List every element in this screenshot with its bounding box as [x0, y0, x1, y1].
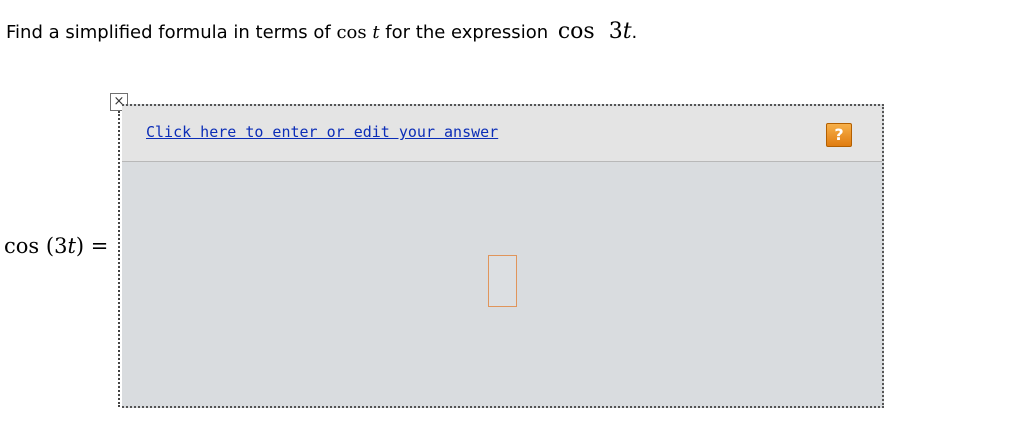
math-var: t: [372, 22, 380, 43]
math-cos-t: cos t: [336, 22, 379, 43]
question-prefix: Find a simplified formula in terms of: [6, 22, 337, 43]
math-cos-3t: cos 3t: [558, 19, 632, 44]
help-icon[interactable]: ?: [826, 123, 852, 147]
question-text: Find a simplified formula in terms of co…: [6, 20, 637, 45]
lhs-var: t: [67, 234, 76, 258]
lhs-close: ): [75, 234, 85, 258]
question-period: .: [631, 22, 638, 43]
equation-lhs: cos (3t) =: [4, 232, 108, 260]
editor-left-dotted-border: [118, 111, 120, 407]
enter-answer-link[interactable]: Click here to enter or edit your answer: [146, 123, 498, 141]
math-func: cos: [336, 22, 367, 43]
answer-input-slot[interactable]: [488, 255, 517, 307]
question-middle: for the expression: [379, 22, 554, 43]
math-var: t: [622, 19, 632, 44]
equals-sign: =: [90, 234, 109, 258]
lhs-open: (3: [45, 234, 68, 258]
math-func: cos: [557, 19, 595, 44]
answer-editor[interactable]: Click here to enter or edit your answer …: [122, 104, 884, 408]
lhs-func: cos: [4, 234, 40, 258]
editor-header: Click here to enter or edit your answer …: [122, 106, 882, 162]
math-arg: 3: [608, 19, 623, 44]
